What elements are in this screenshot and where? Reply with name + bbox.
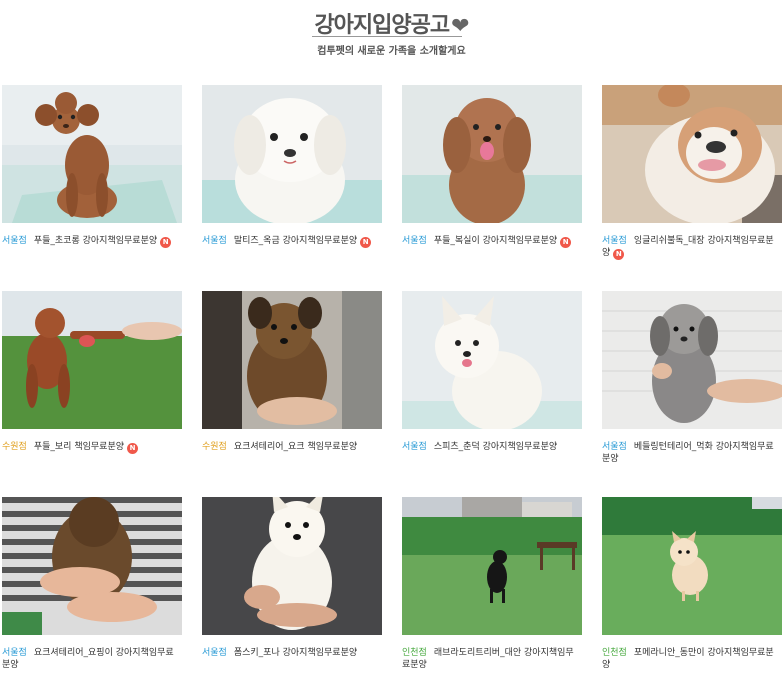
branch-label: 서울점 — [602, 236, 627, 246]
listing-caption[interactable]: 서울점 폼스키_포나 강아지책임무료분양 — [202, 647, 380, 659]
listing-caption[interactable]: 서울점 말티즈_옥금 강아지책임무료분양 N — [202, 235, 380, 248]
new-badge: N — [160, 237, 172, 248]
branch-label: 서울점 — [402, 236, 427, 246]
branch-label: 서울점 — [202, 236, 227, 246]
page-title-text: 강아지입양공고 — [314, 13, 450, 38]
dog-photo[interactable] — [402, 85, 582, 223]
dog-photo[interactable] — [2, 291, 182, 429]
listing-card[interactable]: 서울점 말티즈_옥금 강아지책임무료분양 N — [202, 85, 382, 248]
listing-card[interactable]: 서울점 폼스키_포나 강아지책임무료분양 — [202, 497, 382, 659]
listing-title[interactable]: 푸들_보리 책임무료분양 — [34, 442, 124, 452]
branch-label: 서울점 — [402, 442, 427, 452]
listing-title[interactable]: 요크셔테리어_요핑이 강아지책임무료분양 — [2, 648, 174, 670]
dog-photo[interactable] — [602, 291, 782, 429]
page-title: 강아지입양공고❤ — [0, 7, 783, 39]
listing-caption[interactable]: 서울점 베들링턴테리어_먹화 강아지책임무료분양 — [602, 441, 780, 465]
listing-card[interactable]: 수원점 요크셔테리어_요크 책임무료분양 — [202, 291, 382, 453]
listing-title[interactable]: 요크셔테리어_요크 책임무료분양 — [234, 442, 357, 452]
listing-caption[interactable]: 수원점 요크셔테리어_요크 책임무료분양 — [202, 441, 380, 453]
dog-photo[interactable] — [202, 85, 382, 223]
listing-card[interactable]: 인천점 래브라도리트리버_대안 강아지책임무료분양 — [402, 497, 582, 671]
listing-title[interactable]: 푸들_초코롱 강아지책임무료분양 — [34, 236, 157, 246]
dog-photo[interactable] — [402, 291, 582, 429]
dog-photo[interactable] — [2, 497, 182, 635]
listing-card[interactable]: 서울점 스피츠_춘덕 강아지책임무료분양 — [402, 291, 582, 453]
branch-label: 인천점 — [402, 648, 427, 658]
listing-caption[interactable]: 인천점 래브라도리트리버_대안 강아지책임무료분양 — [402, 647, 580, 671]
listing-caption[interactable]: 수원점 푸들_보리 책임무료분양 N — [2, 441, 180, 454]
new-badge: N — [560, 237, 572, 248]
new-badge: N — [127, 443, 139, 454]
listing-card[interactable]: 서울점 푸들_초코롱 강아지책임무료분양 N — [2, 85, 182, 248]
dog-photo[interactable] — [202, 497, 382, 635]
branch-label: 수원점 — [2, 442, 27, 452]
listing-card[interactable]: 서울점 잉글리쉬불독_대장 강아지책임무료분양 N — [602, 85, 782, 260]
listing-title[interactable]: 잉글리쉬불독_대장 강아지책임무료분양 — [602, 236, 774, 258]
branch-label: 서울점 — [2, 648, 27, 658]
listing-title[interactable]: 베들링턴테리어_먹화 강아지책임무료분양 — [602, 442, 774, 464]
title-underline — [312, 36, 462, 37]
listing-title[interactable]: 포메라니안_동만이 강아지책임무료분양 — [602, 648, 774, 670]
branch-label: 서울점 — [602, 442, 627, 452]
listing-card[interactable]: 서울점 베들링턴테리어_먹화 강아지책임무료분양 — [602, 291, 782, 465]
dog-photo[interactable] — [2, 85, 182, 223]
listing-caption[interactable]: 인천점 포메라니안_동만이 강아지책임무료분양 — [602, 647, 780, 671]
listing-title[interactable]: 말티즈_옥금 강아지책임무료분양 — [234, 236, 357, 246]
branch-label: 인천점 — [602, 648, 627, 658]
new-badge: N — [613, 249, 625, 260]
page-header: 강아지입양공고❤ 컴투펫의 새로운 가족을 소개할게요 — [0, 0, 783, 70]
branch-label: 서울점 — [2, 236, 27, 246]
listing-card[interactable]: 수원점 푸들_보리 책임무료분양 N — [2, 291, 182, 454]
listing-caption[interactable]: 서울점 요크셔테리어_요핑이 강아지책임무료분양 — [2, 647, 180, 671]
page-subtitle: 컴투펫의 새로운 가족을 소개할게요 — [317, 46, 466, 57]
dog-photo[interactable] — [602, 497, 782, 635]
listing-card[interactable]: 서울점 요크셔테리어_요핑이 강아지책임무료분양 — [2, 497, 182, 671]
listing-title[interactable]: 래브라도리트리버_대안 강아지책임무료분양 — [402, 648, 574, 670]
listing-card[interactable]: 인천점 포메라니안_동만이 강아지책임무료분양 — [602, 497, 782, 671]
listing-title[interactable]: 스피츠_춘덕 강아지책임무료분양 — [434, 442, 557, 452]
listing-caption[interactable]: 서울점 푸들_복실이 강아지책임무료분양 N — [402, 235, 580, 248]
dog-photo[interactable] — [602, 85, 782, 223]
listing-card[interactable]: 서울점 푸들_복실이 강아지책임무료분양 N — [402, 85, 582, 248]
listing-caption[interactable]: 서울점 스피츠_춘덕 강아지책임무료분양 — [402, 441, 580, 453]
dog-photo[interactable] — [402, 497, 582, 635]
listing-title[interactable]: 폼스키_포나 강아지책임무료분양 — [234, 648, 357, 658]
listing-caption[interactable]: 서울점 푸들_초코롱 강아지책임무료분양 N — [2, 235, 180, 248]
branch-label: 수원점 — [202, 442, 227, 452]
dog-photo[interactable] — [202, 291, 382, 429]
branch-label: 서울점 — [202, 648, 227, 658]
listing-title[interactable]: 푸들_복실이 강아지책임무료분양 — [434, 236, 557, 246]
new-badge: N — [360, 237, 372, 248]
listing-caption[interactable]: 서울점 잉글리쉬불독_대장 강아지책임무료분양 N — [602, 235, 780, 260]
